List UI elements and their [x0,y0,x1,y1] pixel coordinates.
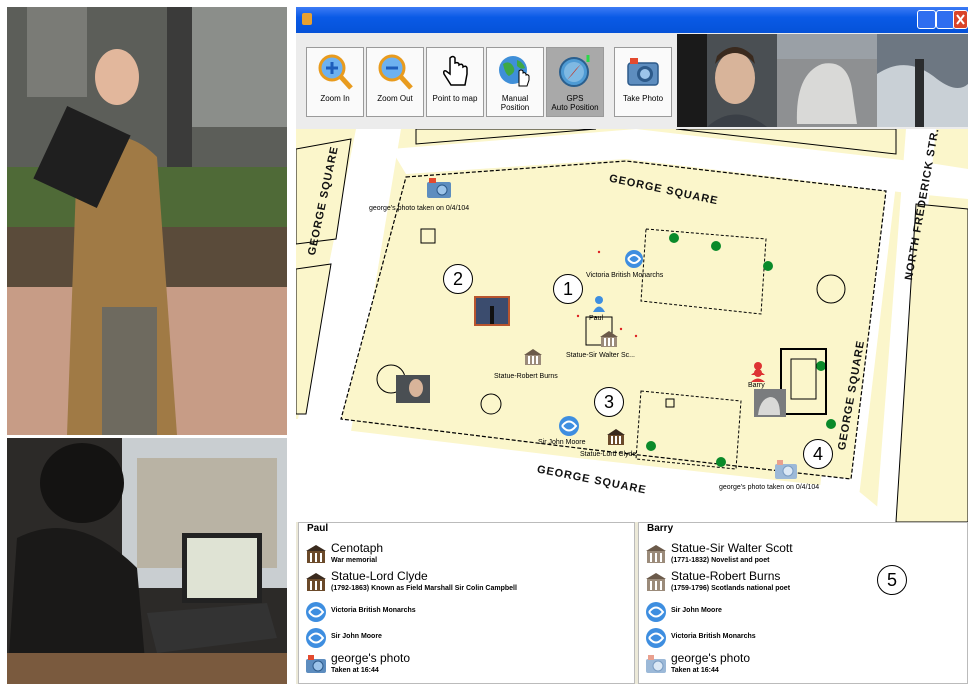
hand-pointer-icon [443,55,468,86]
app-window: Zoom In Zoom Out Point to map Manual Posi… [296,7,968,684]
monument-icon [306,545,326,563]
indoor-scene-image [7,438,287,684]
item-subtitle: Taken at 16:44 [671,667,719,674]
web-link-marker-icon[interactable] [558,415,580,437]
photo-marker-icon[interactable] [774,459,798,481]
marker-label-photo-bottom: george's photo taken on 0/4/104 [719,484,820,491]
zoom-in-button[interactable]: Zoom In [306,47,364,117]
monument-icon [646,545,666,563]
item-title: Sir John Moore [331,633,382,640]
callout-3: 3 [594,387,624,417]
camera-icon [306,655,326,673]
pane-title: Barry [647,523,674,534]
internet-explorer-icon [306,602,326,622]
item-subtitle: (1759-1796) Scotlands national poet [671,585,791,592]
zoom-out-button[interactable]: Zoom Out [366,47,424,117]
marker-label-walter-scott: Statue-Sir Walter Sc... [566,352,635,359]
zoom-in-icon [318,54,353,90]
photo-user-outdoors [7,7,287,435]
user-pane-barry: Barry Statue-Sir Walter Scott (1771-1832… [638,522,968,684]
close-button[interactable] [953,10,968,29]
zoom-in-label: Zoom In [320,94,350,103]
monument-icon [646,573,666,591]
gps-auto-position-label: GPS Auto Position [551,94,599,112]
item-subtitle: War memorial [331,557,378,564]
marker-label-lord-clyde: Statue-Lord Clyde [580,451,637,458]
take-photo-label: Take Photo [622,94,664,103]
camera-icon [646,655,666,673]
marker-label-robert-burns: Statue-Robert Burns [494,373,558,380]
marker-label-paul: Paul [589,315,604,322]
callout-5: 5 [877,565,907,595]
monument-marker-icon[interactable] [522,347,544,367]
callout-4: 4 [803,439,833,469]
internet-explorer-icon [306,628,326,648]
zoom-out-icon [378,54,413,90]
internet-explorer-icon [646,628,666,648]
camera-icon [627,58,659,86]
webcam-strip [677,34,968,127]
item-title: george's photo [331,651,411,665]
item-title: george's photo [671,651,751,665]
outdoor-scene-image [7,7,287,435]
photo-thumbnail-marker[interactable] [754,389,786,417]
callout-1: 1 [553,274,583,304]
manual-position-button[interactable]: Manual Position [486,47,544,117]
callout-2: 2 [443,264,473,294]
manual-position-label: Manual Position [500,94,530,112]
item-title: Statue-Lord Clyde [331,569,428,583]
item-title: Statue-Sir Walter Scott [671,541,793,555]
map-view[interactable]: GEORGE SQUARE GEORGE SQUARE GEORGE SQUAR… [296,129,968,522]
zoom-out-label: Zoom Out [377,94,413,103]
title-bar[interactable] [296,7,968,33]
app-icon [302,13,312,25]
marker-label-barry: Barry [748,382,765,389]
web-link-marker-icon[interactable] [624,249,644,269]
item-subtitle: (1792-1863) Known as Field Marshall Sir … [331,585,517,592]
webcam-feed-user [677,34,777,127]
internet-explorer-icon [646,602,666,622]
take-photo-button[interactable]: Take Photo [614,47,672,117]
compass-icon [559,55,590,87]
globe-hand-icon [499,56,530,87]
point-to-map-label: Point to map [432,94,478,103]
marker-label-john-moore: Sir John Moore [538,439,586,446]
photo-thumbnail-marker[interactable] [474,296,510,326]
gps-auto-position-button[interactable]: GPS Auto Position [546,47,604,117]
webcam-feed-column [877,34,968,127]
item-title: Victoria British Monarchs [671,633,756,640]
photo-marker-icon[interactable] [426,177,452,199]
photo-user-at-laptop [7,438,287,684]
point-to-map-button[interactable]: Point to map [426,47,484,117]
minimize-button[interactable] [917,10,936,29]
item-subtitle: Taken at 16:44 [331,667,379,674]
item-title: Statue-Robert Burns [671,569,781,583]
item-subtitle: (1771-1832) Novelist and poet [671,557,770,564]
webcam-feed-lion-statue [777,34,877,127]
item-title: Sir John Moore [671,607,722,614]
monument-marker-icon[interactable] [598,329,620,349]
photo-thumbnail-marker[interactable] [396,375,430,403]
toolbar: Zoom In Zoom Out Point to map Manual Posi… [296,33,968,129]
close-icon [956,14,965,25]
item-title: Cenotaph [331,541,384,555]
monument-icon [306,573,326,591]
person-marker-icon[interactable] [748,361,768,383]
user-pane-paul: Paul Cenotaph War memorial Statue-Lord C… [298,522,635,684]
monument-marker-icon[interactable] [605,427,627,447]
pane-title: Paul [307,523,329,534]
item-title: Victoria British Monarchs [331,607,416,614]
marker-label-photo-top: george's photo taken on 0/4/104 [369,205,470,212]
person-marker-icon[interactable] [592,295,606,313]
marker-label-monarchs: Victoria British Monarchs [586,272,664,279]
